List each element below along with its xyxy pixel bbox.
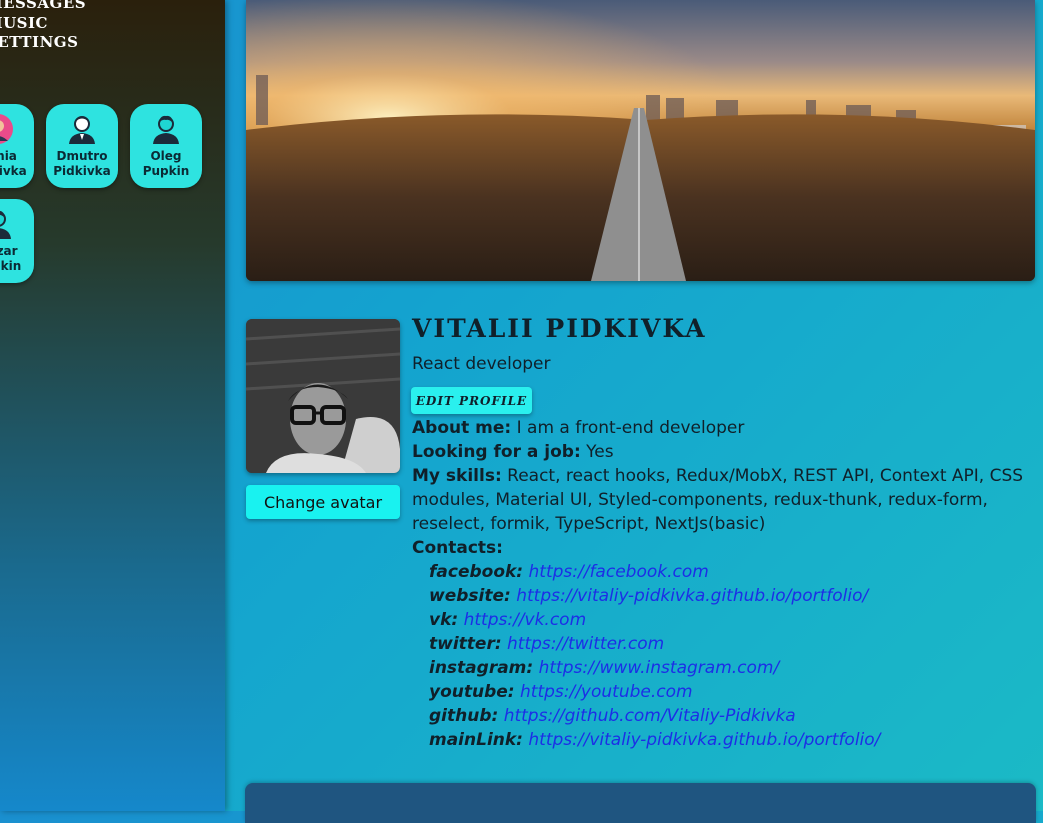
- profile-info: About me: I am a front-end developer Loo…: [412, 416, 1032, 560]
- friend-surname: Pupkin: [0, 259, 22, 273]
- contacts-list: facebook: https://facebook.com website: …: [429, 560, 880, 752]
- contact-item: youtube: https://youtube.com: [429, 680, 880, 704]
- contact-key: facebook:: [429, 562, 524, 582]
- contact-item: website: https://vitaliy-pidkivka.github…: [429, 584, 880, 608]
- change-avatar-button[interactable]: Change avatar: [246, 485, 400, 519]
- friend-surname: Pupkin: [142, 164, 190, 178]
- friend-name: Dmutro: [56, 149, 108, 163]
- friend-name: Oleg: [150, 149, 182, 163]
- about-value: I am a front-end developer: [516, 418, 745, 438]
- about-label: About me:: [412, 418, 512, 438]
- sidebar: Messages Music Settings Xenia Pidkivka: [0, 0, 225, 811]
- friend-card[interactable]: Oleg Pupkin: [130, 104, 202, 188]
- cover-image: [246, 0, 1035, 281]
- contact-key: vk:: [429, 610, 459, 630]
- about-row: About me: I am a front-end developer: [412, 416, 1032, 440]
- contact-link[interactable]: https://twitter.com: [507, 634, 664, 654]
- job-label: Looking for a job:: [412, 442, 581, 462]
- contact-key: youtube:: [429, 682, 515, 702]
- nav-music[interactable]: Music: [0, 14, 48, 32]
- contacts-row: Contacts:: [412, 536, 1032, 560]
- contacts-label: Contacts:: [412, 538, 503, 558]
- job-value: Yes: [586, 442, 614, 462]
- job-row: Looking for a job: Yes: [412, 440, 1032, 464]
- avatar-man-icon: [150, 113, 182, 148]
- contact-key: mainLink:: [429, 730, 523, 750]
- friend-name: Xenia: [0, 149, 17, 163]
- contact-item: vk: https://vk.com: [429, 608, 880, 632]
- friend-name: Nazar: [0, 244, 18, 258]
- contact-item: github: https://github.com/Vitaliy-Pidki…: [429, 704, 880, 728]
- contact-item: mainLink: https://vitaliy-pidkivka.githu…: [429, 728, 880, 752]
- contact-link[interactable]: https://vk.com: [464, 610, 587, 630]
- skills-row: My skills: React, react hooks, Redux/Mob…: [412, 464, 1032, 536]
- contact-item: facebook: https://facebook.com: [429, 560, 880, 584]
- contact-link[interactable]: https://vitaliy-pidkivka.github.io/portf…: [516, 586, 868, 606]
- profile-avatar: [246, 319, 400, 473]
- avatar-businessman-icon: [66, 113, 98, 148]
- contact-key: github:: [429, 706, 499, 726]
- contact-link[interactable]: https://vitaliy-pidkivka.github.io/portf…: [528, 730, 880, 750]
- friend-surname: Pidkivka: [53, 164, 111, 178]
- contact-key: website:: [429, 586, 511, 606]
- edit-profile-button[interactable]: Edit profile: [411, 387, 532, 414]
- friend-card[interactable]: Xenia Pidkivka: [0, 104, 34, 188]
- avatar-female-icon: [0, 113, 14, 148]
- contact-link[interactable]: https://youtube.com: [520, 682, 693, 702]
- friend-surname: Pidkivka: [0, 164, 27, 178]
- skills-value: React, react hooks, Redux/MobX, REST API…: [412, 466, 1024, 534]
- contact-item: instagram: https://www.instagram.com/: [429, 656, 880, 680]
- contact-key: twitter:: [429, 634, 502, 654]
- contact-link[interactable]: https://github.com/Vitaliy-Pidkivka: [504, 706, 796, 726]
- nav-messages[interactable]: Messages: [0, 0, 86, 12]
- profile-name: Vitalii Pidkivka: [412, 314, 707, 343]
- contact-item: twitter: https://twitter.com: [429, 632, 880, 656]
- contact-link[interactable]: https://www.instagram.com/: [539, 658, 780, 678]
- contact-link[interactable]: https://facebook.com: [529, 562, 709, 582]
- skills-label: My skills:: [412, 466, 502, 486]
- posts-panel: [245, 783, 1036, 823]
- nav-settings[interactable]: Settings: [0, 33, 78, 51]
- avatar-man-icon: [0, 208, 14, 243]
- contact-key: instagram:: [429, 658, 534, 678]
- friend-card[interactable]: Dmutro Pidkivka: [46, 104, 118, 188]
- profile-status: React developer: [412, 354, 551, 374]
- friend-card[interactable]: Nazar Pupkin: [0, 199, 34, 283]
